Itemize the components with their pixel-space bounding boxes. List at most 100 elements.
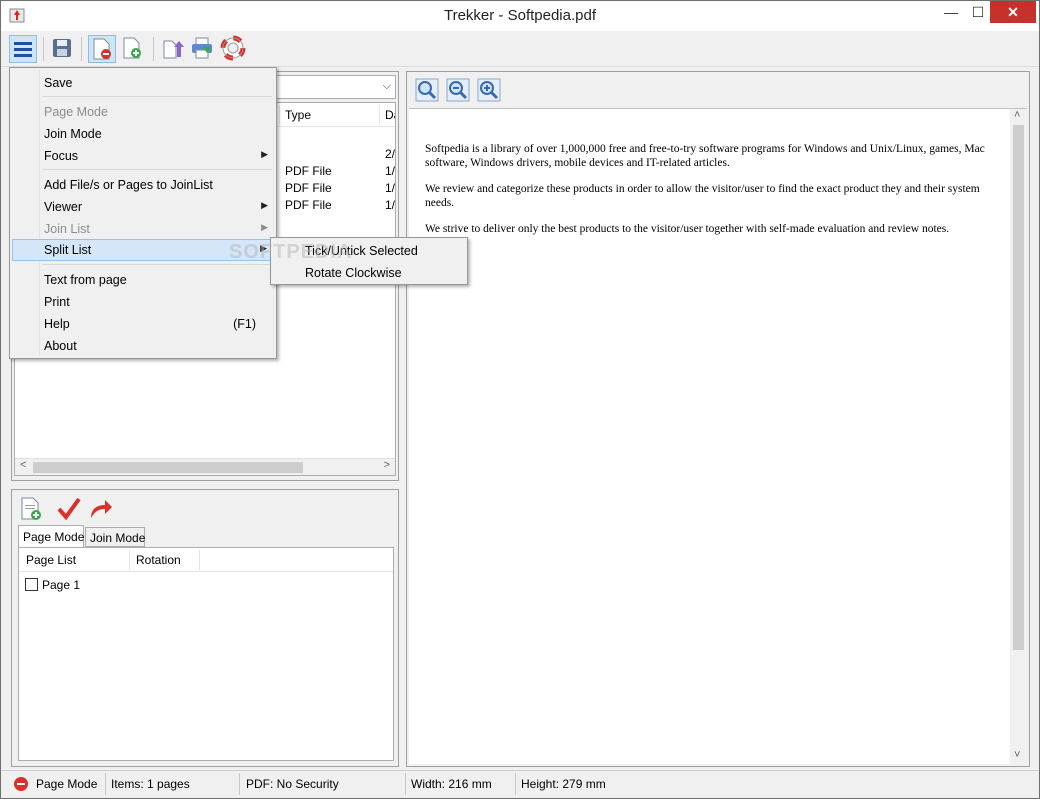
minimize-button[interactable]: — [937, 1, 965, 23]
file-row-date[interactable]: 1/ [385, 181, 395, 195]
add-page-button[interactable] [119, 35, 147, 63]
tab-join-mode[interactable]: Join Mode [85, 527, 145, 547]
save-icon [53, 39, 71, 57]
vertical-scrollbar[interactable]: ˄ ˅ [1010, 109, 1027, 765]
lifebuoy-icon [220, 35, 246, 61]
menu-item-label: Print [44, 295, 70, 309]
menu-item-label: Help [44, 317, 70, 331]
document-paragraph: We review and categorize these products … [425, 183, 980, 209]
menu-item-label: Focus [44, 149, 79, 163]
zoom-out-button[interactable] [446, 78, 470, 102]
page-mode-button[interactable] [88, 35, 116, 63]
save-button[interactable] [49, 35, 77, 63]
menu-item-viewer[interactable]: Viewer ▶ [12, 196, 274, 218]
file-row-date[interactable]: 2/ [385, 147, 395, 161]
menu-item-join-mode[interactable]: Join Mode [12, 123, 274, 145]
menu-item-label: Viewer [44, 200, 82, 214]
zoom-fit-button[interactable] [415, 78, 439, 102]
app-window: Trekker - Softpedia.pdf — ☐ ✕ ⌵ Type D 2… [0, 0, 1040, 799]
column-rotation[interactable]: Rotation [136, 553, 181, 567]
checkmark-icon [57, 497, 81, 521]
page-list[interactable]: Page List Rotation Page 1 [18, 547, 394, 761]
document-paragraph: We strive to deliver only the best produ… [425, 223, 950, 235]
column-divider [199, 550, 200, 570]
file-row-date[interactable]: 1/ [385, 164, 395, 178]
add-document-button[interactable] [18, 496, 44, 522]
menu-item-label: Split List [44, 243, 92, 257]
menu-item-label: Save [44, 76, 73, 90]
menu-divider [42, 96, 272, 97]
page-1-checkbox[interactable] [25, 578, 38, 591]
menu-divider [42, 264, 272, 265]
column-divider [129, 550, 130, 570]
column-divider [279, 105, 280, 125]
menu-item-add-files[interactable]: Add File/s or Pages to JoinList [12, 174, 274, 196]
file-row-date[interactable]: 1/ [385, 198, 395, 212]
column-page-list[interactable]: Page List [26, 553, 76, 567]
menu-item-label: Add File/s or Pages to JoinList [44, 178, 213, 192]
scroll-down-icon[interactable]: ˅ [1014, 749, 1020, 761]
help-button[interactable] [220, 35, 248, 63]
status-separator [105, 773, 106, 795]
scroll-left-icon[interactable]: < [20, 459, 26, 471]
page-mode-icon [93, 38, 111, 60]
menu-shortcut: (F1) [233, 317, 256, 331]
document-view[interactable]: Softpedia is a library of over 1,000,000… [409, 108, 1027, 765]
main-toolbar [1, 31, 1039, 67]
menu-item-label: About [44, 339, 77, 353]
window-title: Trekker - Softpedia.pdf [443, 7, 596, 24]
print-button[interactable] [189, 35, 217, 63]
toolbar-separator [43, 37, 44, 61]
scrollbar-thumb[interactable] [33, 462, 303, 473]
status-security: PDF: No Security [246, 777, 339, 791]
submenu-item-rotate[interactable]: Rotate Clockwise [273, 262, 465, 284]
page-list-item[interactable]: Page 1 [42, 578, 80, 592]
main-menu: Save Page Mode Join Mode Focus ▶ Add Fil… [9, 67, 277, 359]
menu-item-focus[interactable]: Focus ▶ [12, 145, 274, 167]
scroll-up-icon[interactable]: ˄ [1014, 109, 1020, 121]
status-separator [515, 773, 516, 795]
tab-page-mode[interactable]: Page Mode [18, 525, 84, 548]
column-date[interactable]: Da [385, 108, 395, 122]
status-mode: Page Mode [36, 777, 98, 791]
file-row-type[interactable]: PDF File [285, 198, 332, 212]
status-indicator-icon [14, 777, 28, 791]
menu-item-about[interactable]: About [12, 335, 274, 357]
add-page-icon [123, 37, 141, 59]
document-paragraph: Softpedia is a library of over 1,000,000… [425, 143, 985, 169]
upload-button[interactable] [159, 35, 187, 63]
column-divider [379, 105, 380, 125]
column-type[interactable]: Type [285, 108, 311, 122]
menu-item-save[interactable]: Save [12, 72, 274, 94]
watermark: SOFTPEDIA [229, 241, 353, 263]
apply-button[interactable] [56, 496, 82, 522]
menu-item-text-from-page[interactable]: Text from page [12, 269, 274, 291]
zoom-in-button[interactable] [477, 78, 501, 102]
page-list-header: Page List Rotation [19, 548, 393, 572]
file-row-type[interactable]: PDF File [285, 164, 332, 178]
menu-item-help[interactable]: Help (F1) [12, 313, 274, 335]
menu-item-print[interactable]: Print [12, 291, 274, 313]
menu-item-label: Text from page [44, 273, 127, 287]
toolbar-separator [153, 37, 154, 61]
add-document-icon [21, 497, 41, 520]
horizontal-scrollbar[interactable]: < > [15, 458, 395, 475]
title-bar: Trekker - Softpedia.pdf — ☐ ✕ [1, 1, 1039, 31]
menu-icon [14, 42, 32, 57]
scroll-right-icon[interactable]: > [384, 459, 390, 471]
maximize-button[interactable]: ☐ [965, 1, 991, 23]
menu-item-label: Join List [44, 222, 90, 236]
page-panel: Page Mode Join Mode Page List Rotation P… [11, 489, 399, 767]
file-row-type[interactable]: PDF File [285, 181, 332, 195]
submenu-arrow-icon: ▶ [261, 149, 268, 159]
redo-button[interactable] [88, 496, 114, 522]
submenu-arrow-icon: ▶ [261, 200, 268, 210]
menu-button[interactable] [9, 35, 37, 63]
magnifier-icon [415, 78, 439, 102]
redo-arrow-icon [91, 500, 112, 518]
menu-divider [42, 169, 272, 170]
upload-icon [163, 40, 184, 59]
scrollbar-thumb[interactable] [1013, 125, 1024, 650]
status-separator [405, 773, 406, 795]
close-button[interactable]: ✕ [990, 1, 1036, 23]
